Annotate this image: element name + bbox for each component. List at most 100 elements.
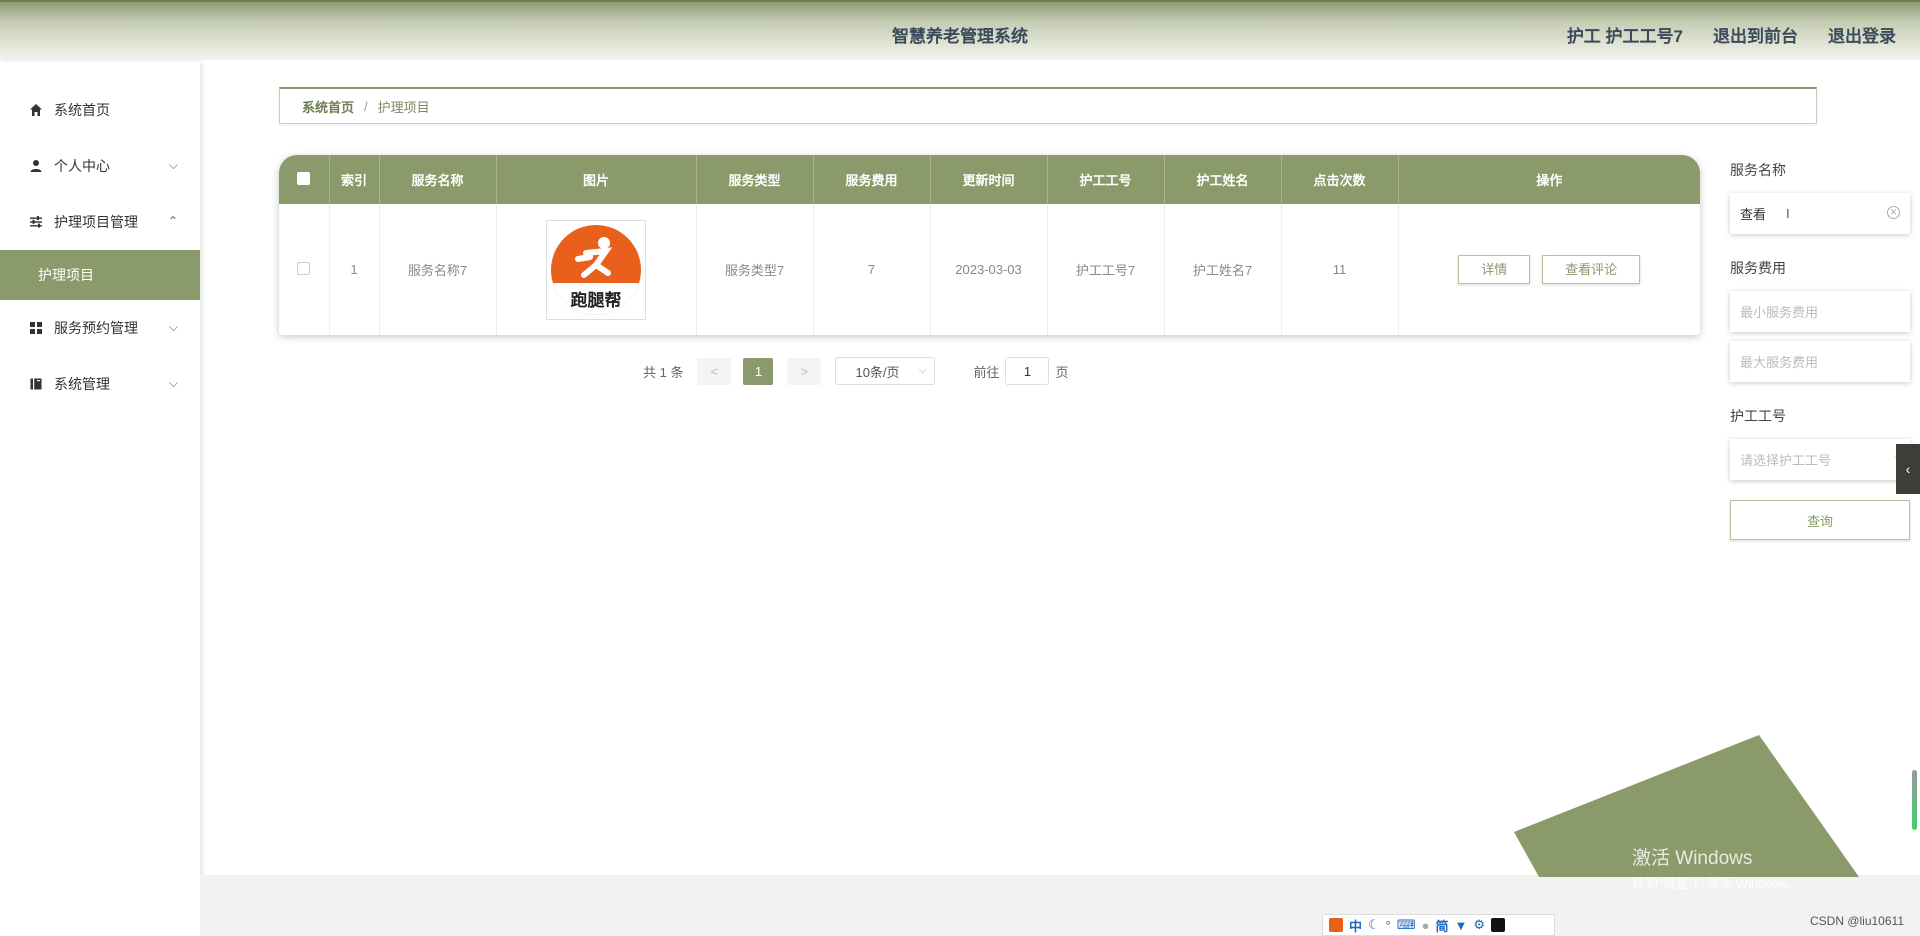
chevron-up-icon: ⌃ [167,214,178,228]
goto-unit: 页 [1055,364,1069,380]
home-icon [28,102,44,118]
sidebar-item-care-projects[interactable]: 护理项目 [0,250,200,300]
column-header: 索引 [329,155,380,204]
clear-icon[interactable]: ✕ [1887,206,1900,219]
column-header: 操作 [1398,155,1700,204]
service-name-value: 查看 [1740,207,1767,222]
column-header: 点击次数 [1281,155,1399,204]
breadcrumb-current: 护理项目 [377,99,430,115]
worker-no-select[interactable]: 请选择护工工号 ⌵ [1730,439,1910,480]
query-button[interactable]: 查询 [1730,500,1910,540]
cell-service-type: 服务类型7 [696,204,814,335]
cell-updated: 2023-03-03 [930,204,1048,335]
sidebar-item-system-mgmt[interactable]: 系统管理 ⌵ [0,356,200,412]
moon-icon[interactable]: ☾ [1368,917,1380,933]
search-panel: 服务名称 查看 I ✕ 服务费用 最小服务费用 最大服务费用 护工工号 请选择护… [1730,160,1910,540]
cell-index: 1 [329,204,380,335]
windows-activation-watermark: 激活 Windows 转到"设置"以激活 Windows。 [1632,843,1802,892]
runner-logo-image: 跑腿帮 [551,224,641,315]
service-fee-label: 服务费用 [1730,260,1786,276]
user-icon [28,158,44,174]
column-header: 护工姓名 [1164,155,1282,204]
ime-lang-button[interactable]: 中 [1349,916,1362,935]
current-user-label[interactable]: 护工 护工工号7 [1567,22,1683,47]
cell-image: 跑腿帮 [496,204,697,335]
view-comments-button[interactable]: 查看评论 [1542,255,1641,284]
goto-page-input[interactable]: 1 [1005,357,1050,385]
service-name-label: 服务名称 [1730,162,1786,178]
exit-to-front-link[interactable]: 退出到前台 [1713,22,1798,47]
chevron-down-icon: ⌵ [168,320,178,334]
select-all-checkbox[interactable] [297,171,311,185]
cell-clicks: 11 [1281,204,1399,335]
grid-icon [28,320,44,336]
detail-button[interactable]: 详情 [1458,255,1531,284]
top-header: 智慧养老管理系统 护工 护工工号7 退出到前台 退出登录 [0,0,1920,60]
sidebar-item-appointments-mgmt[interactable]: 服务预约管理 ⌵ [0,300,200,356]
service-name-input[interactable]: 查看 I ✕ [1730,193,1910,234]
cell-worker-name: 护工姓名7 [1164,204,1282,335]
next-page-button[interactable]: > [787,357,822,385]
cell-worker-no: 护工工号7 [1047,204,1165,335]
sliders-icon [28,214,44,230]
worker-no-placeholder: 请选择护工工号 [1740,453,1832,468]
min-fee-input[interactable]: 最小服务费用 [1730,291,1910,332]
column-header: 服务费用 [813,155,931,204]
cell-service-name: 服务名称7 [379,204,497,335]
punct-icon[interactable]: ° [1386,918,1391,933]
sidebar-item-label: 系统首页 [54,102,110,118]
csdn-watermark: CSDN @liu10611 [1809,914,1904,928]
page-size-value: 10条/页 [855,364,900,380]
breadcrumb: 系统首页 / 护理项目 [279,87,1817,124]
watermark-line2: 转到"设置"以激活 Windows。 [1632,876,1802,891]
user-icon[interactable]: ● [1422,918,1430,933]
chevron-down-icon: ⌵ [168,376,178,390]
sidebar-item-home[interactable]: 系统首页 [0,82,200,138]
sidebar-item-care-projects-mgmt[interactable]: 护理项目管理 ⌃ [0,194,200,250]
column-header: 图片 [496,155,697,204]
page-scrollbar[interactable] [1912,770,1917,830]
text-cursor-icon: I [1786,206,1790,221]
logout-link[interactable]: 退出登录 [1828,22,1896,47]
gear-icon[interactable]: ⚙ [1473,917,1485,933]
ime-logo-icon [1329,918,1343,932]
prev-page-button[interactable]: < [697,357,732,385]
sidebar-item-label: 服务预约管理 [54,320,138,336]
chevron-down-icon: ⌵ [168,158,178,172]
chevron-left-icon: ‹ [1905,461,1911,477]
sidebar-item-label: 护理项目管理 [54,214,138,230]
collapse-panel-tab[interactable]: ‹ [1896,444,1920,494]
column-header: 服务名称 [379,155,497,204]
goto-label: 前往 [973,364,1000,380]
row-checkbox[interactable] [297,261,311,275]
pagination: 共 1 条 < 1 > 10条/页 ⌵ 前往 1 页 [643,357,1069,385]
shirt-icon[interactable]: ▼ [1455,918,1468,933]
ime-toolbar: 中 ☾ ° ⌨ ● 简 ▼ ⚙ [1322,914,1555,936]
sidebar-item-profile[interactable]: 个人中心 ⌵ [0,138,200,194]
cell-service-fee: 7 [813,204,931,335]
book-icon [28,376,44,392]
ime-simp-button[interactable]: 简 [1436,916,1449,935]
data-table: 索引 服务名称 图片 服务类型 服务费用 更新时间 护工工号 护工姓名 点击次数… [279,155,1700,335]
table-row: 1 服务名称7 跑腿帮 服务类型7 7 2023-03-03 护工工号7 护工姓… [279,204,1700,335]
chevron-down-icon: ⌵ [918,365,927,376]
row-select-cell[interactable] [279,204,330,335]
breadcrumb-separator: / [364,98,368,114]
page-number-button[interactable]: 1 [743,357,774,385]
table-header-row: 索引 服务名称 图片 服务类型 服务费用 更新时间 护工工号 护工姓名 点击次数… [279,155,1700,204]
service-thumbnail[interactable]: 跑腿帮 [546,219,646,320]
sidebar-item-label: 系统管理 [54,376,110,392]
column-header: 服务类型 [696,155,814,204]
max-fee-input[interactable]: 最大服务费用 [1730,341,1910,382]
logo-text: 跑腿帮 [551,282,641,315]
worker-no-label: 护工工号 [1730,408,1786,424]
breadcrumb-home[interactable]: 系统首页 [302,97,354,116]
select-all-header[interactable] [279,155,330,204]
tiktok-icon[interactable] [1491,918,1506,932]
total-count: 共 1 条 [643,364,684,380]
sidebar-item-label: 个人中心 [54,158,110,174]
column-header: 更新时间 [930,155,1048,204]
watermark-line1: 激活 Windows [1632,848,1753,869]
page-size-select[interactable]: 10条/页 ⌵ [835,357,936,385]
keyboard-icon[interactable]: ⌨ [1397,917,1416,933]
